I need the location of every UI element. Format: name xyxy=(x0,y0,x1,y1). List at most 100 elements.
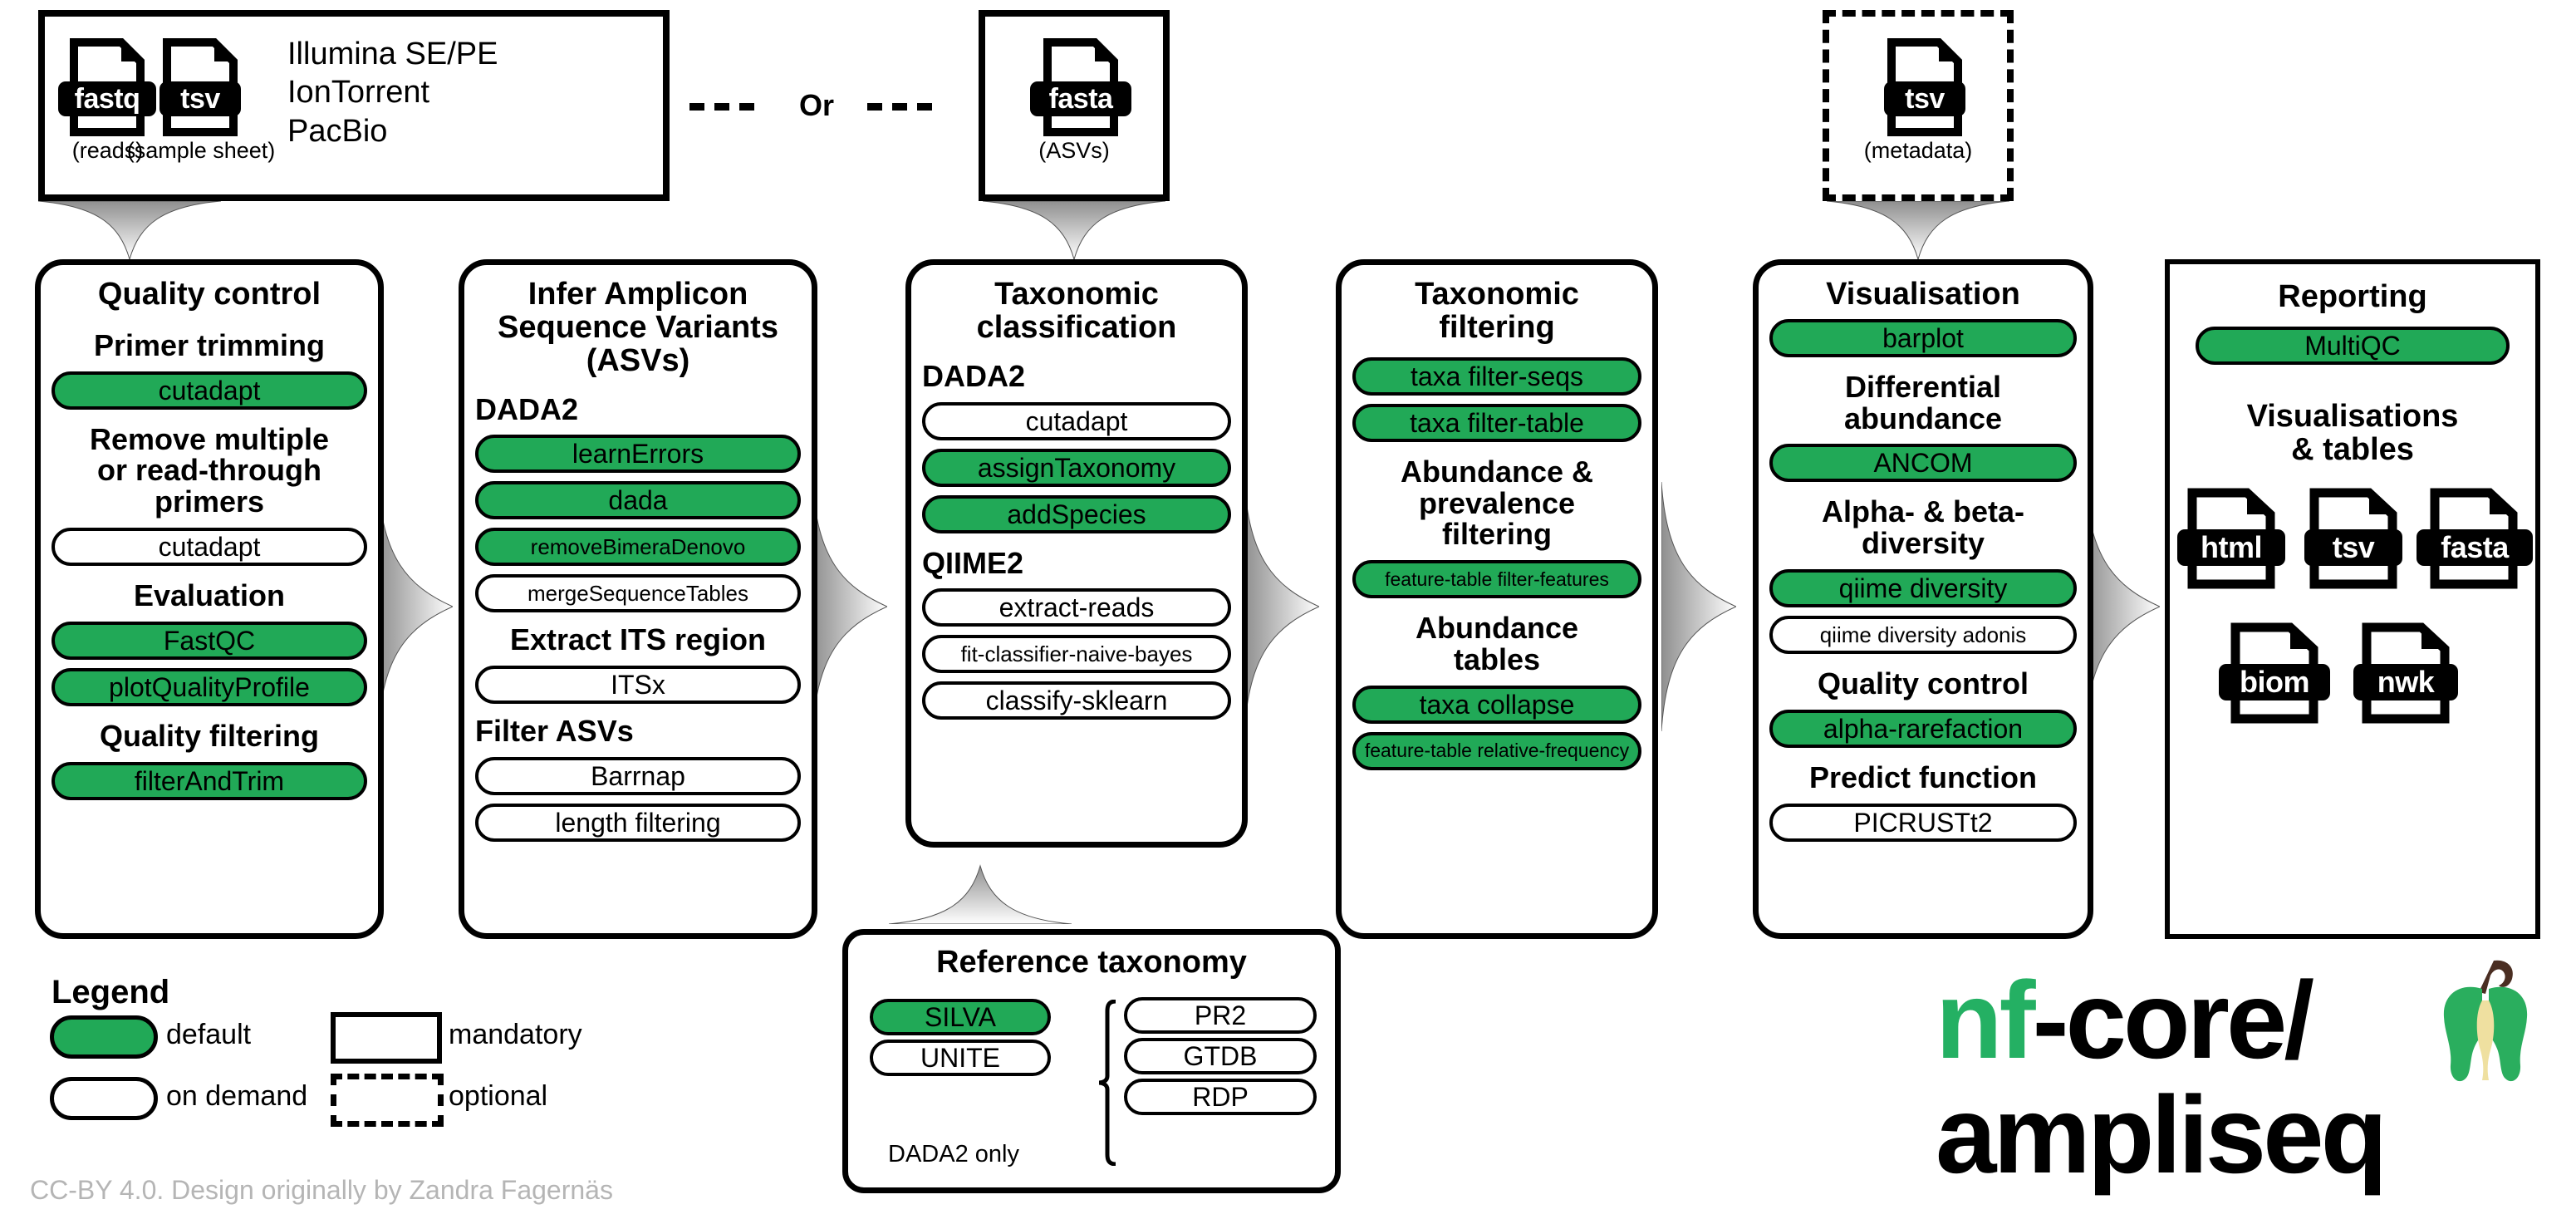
column-title: Quality control xyxy=(97,277,321,312)
pipeline-column-taxonomic-filtering: Taxonomic filtering taxa filter-seqs taxa… xyxy=(1336,259,1658,939)
file-ext-label: nwk xyxy=(2377,664,2435,699)
legend-label-default: default xyxy=(166,1019,252,1050)
arrow-down-to-taxonomic-classification xyxy=(983,201,1165,259)
tool-cutadapt-taxclass[interactable]: cutadapt xyxy=(922,401,1231,440)
file-icon-tsv-metadata: tsv xyxy=(1884,38,1965,136)
tool-dada[interactable]: dada xyxy=(475,481,801,520)
tool-filterandtrim[interactable]: filterAndTrim xyxy=(52,761,367,800)
arrow-down-to-quality-control xyxy=(38,201,221,259)
footer-credit: CC-BY 4.0. Design originally by Zandra F… xyxy=(30,1175,613,1205)
column-title: Visualisation xyxy=(1826,277,2020,312)
tool-feature-table-filter-features[interactable]: feature-table filter-features xyxy=(1352,560,1641,599)
tool-qiime-diversity-adonis[interactable]: qiime diversity adonis xyxy=(1769,616,2077,655)
tool-ancom[interactable]: ANCOM xyxy=(1769,444,2077,483)
dada2-only-bracket xyxy=(1098,1000,1116,1166)
dada2-only-label: DADA2 only xyxy=(888,1141,1019,1167)
reference-db-gtdb[interactable]: GTDB xyxy=(1124,1038,1317,1074)
column-title: Taxonomic classification xyxy=(976,277,1177,345)
tool-assigntaxonomy[interactable]: assignTaxonomy xyxy=(922,448,1231,487)
section-heading: Quality control xyxy=(1817,666,2029,701)
section-heading: DADA2 xyxy=(922,358,1026,393)
tool-cutadapt[interactable]: cutadapt xyxy=(52,371,367,410)
arrow-up-from-reference-taxonomy xyxy=(889,864,1072,924)
file-caption-asvs: (ASVs) xyxy=(1038,138,1110,163)
file-ext-label: tsv xyxy=(2332,529,2375,564)
pipeline-diagram: fastq (reads) Or tsv (sample sheet) Illu… xyxy=(0,0,2576,1224)
reference-db-rdp[interactable]: RDP xyxy=(1124,1079,1317,1115)
tool-length-filtering[interactable]: length filtering xyxy=(475,804,801,843)
tool-itsx[interactable]: ITSx xyxy=(475,666,801,705)
tool-feature-table-relative-frequency[interactable]: feature-table relative-frequency xyxy=(1352,731,1641,770)
or-separator-label: Or xyxy=(799,88,835,122)
tool-fastqc[interactable]: FastQC xyxy=(52,621,367,660)
legend-swatch-default xyxy=(50,1015,158,1059)
section-heading: Alpha- & beta-diversity xyxy=(1821,494,2024,561)
nf-core-logo: nf-core/ ampliseq xyxy=(1936,966,2387,1190)
arrow-right-asv-to-taxclass xyxy=(812,482,887,731)
tool-addspecies[interactable]: addSpecies xyxy=(922,494,1231,533)
tool-alpha-rarefaction[interactable]: alpha-rarefaction xyxy=(1769,709,2077,748)
file-icon-tsv-samplesheet: tsv xyxy=(159,38,241,136)
output-file-icon-biom: biom xyxy=(2219,622,2330,724)
output-file-icon-html: html xyxy=(2177,488,2285,589)
file-ext-tag: tsv xyxy=(1884,81,1965,116)
reference-taxonomy-right-column: PR2 GTDB RDP xyxy=(1124,993,1317,1119)
file-ext-tag: tsv xyxy=(159,81,241,116)
file-ext-tag: biom xyxy=(2219,663,2330,700)
section-heading: Quality filtering xyxy=(99,718,320,753)
platform-item: Illumina SE/PE xyxy=(287,37,498,71)
file-caption-sample-sheet: (sample sheet) xyxy=(126,138,276,163)
or-separator-dash-left xyxy=(689,103,754,111)
file-caption-metadata: (metadata) xyxy=(1863,138,1973,163)
column-title: Taxonomic filtering xyxy=(1415,277,1579,345)
reference-db-silva[interactable]: SILVA xyxy=(870,999,1051,1035)
tool-mergesequencetables[interactable]: mergeSequenceTables xyxy=(475,574,801,613)
platform-item: IonTorrent xyxy=(287,75,430,111)
tool-barrnap[interactable]: Barrnap xyxy=(475,757,801,796)
arrow-down-to-visualisation xyxy=(1827,201,2009,259)
file-ext-tag: nwk xyxy=(2353,663,2458,700)
tool-barplot[interactable]: barplot xyxy=(1769,318,2077,357)
input-box-reads: fastq (reads) Or tsv (sample sheet) Illu… xyxy=(38,10,670,201)
pipeline-column-visualisation: Visualisation barplot Differential abunda… xyxy=(1753,259,2093,939)
file-ext-label: html xyxy=(2201,529,2263,564)
or-separator-dash-right xyxy=(867,103,932,111)
tool-cutadapt-readthrough[interactable]: cutadapt xyxy=(52,528,367,567)
arrow-right-qc-to-asv xyxy=(378,482,453,731)
tool-classify-sklearn[interactable]: classify-sklearn xyxy=(922,681,1231,720)
tool-taxa-filter-seqs[interactable]: taxa filter-seqs xyxy=(1352,356,1641,396)
reference-taxonomy-left-column: SILVA UNITE xyxy=(870,995,1051,1080)
file-ext-label: fastq xyxy=(74,83,140,115)
tool-taxa-collapse[interactable]: taxa collapse xyxy=(1352,685,1641,724)
tool-extract-reads[interactable]: extract-reads xyxy=(922,588,1231,627)
pipeline-column-taxonomic-classification: Taxonomic classification DADA2 cutadapt a… xyxy=(905,259,1248,848)
tool-fit-classifier-naive-bayes[interactable]: fit-classifier-naive-bayes xyxy=(922,635,1231,674)
legend-title: Legend xyxy=(52,974,170,1010)
file-ext-label: tsv xyxy=(1905,83,1945,115)
tool-removebimeradenovo[interactable]: removeBimeraDenovo xyxy=(475,528,801,567)
section-heading: Abundance tables xyxy=(1415,611,1578,676)
tool-picrust2[interactable]: PICRUSTt2 xyxy=(1769,803,2077,842)
section-heading: Abundance & prevalence filtering xyxy=(1400,454,1593,552)
section-heading: Remove multiple or read-through primers xyxy=(89,421,330,519)
column-title: Infer Amplicon Sequence Variants (ASVs) xyxy=(498,277,778,378)
reference-db-pr2[interactable]: PR2 xyxy=(1124,997,1317,1034)
logo-line-1: nf-core/ xyxy=(1936,966,2384,1075)
input-box-asvs: fasta (ASVs) xyxy=(979,10,1170,201)
tool-multiqc[interactable]: MultiQC xyxy=(2196,326,2510,365)
reference-taxonomy-title: Reference taxonomy xyxy=(936,945,1247,980)
file-icon-fastq: fastq xyxy=(58,38,156,136)
section-heading: DADA2 xyxy=(475,391,579,426)
tool-taxa-filter-table[interactable]: taxa filter-table xyxy=(1352,403,1641,442)
tool-learnerrors[interactable]: learnErrors xyxy=(475,435,801,474)
section-heading: Predict function xyxy=(1808,759,2037,794)
output-file-icon-fasta: fasta xyxy=(2417,488,2533,589)
tool-plotqualityprofile[interactable]: plotQualityProfile xyxy=(52,667,367,706)
file-ext-label: biom xyxy=(2240,664,2310,699)
file-ext-tag: tsv xyxy=(2304,528,2402,566)
reference-db-unite[interactable]: UNITE xyxy=(870,1040,1051,1076)
tool-qiime-diversity[interactable]: qiime diversity xyxy=(1769,569,2077,608)
file-ext-label: tsv xyxy=(180,83,220,115)
legend-swatch-optional xyxy=(331,1074,444,1127)
file-ext-label: fasta xyxy=(1048,83,1113,115)
